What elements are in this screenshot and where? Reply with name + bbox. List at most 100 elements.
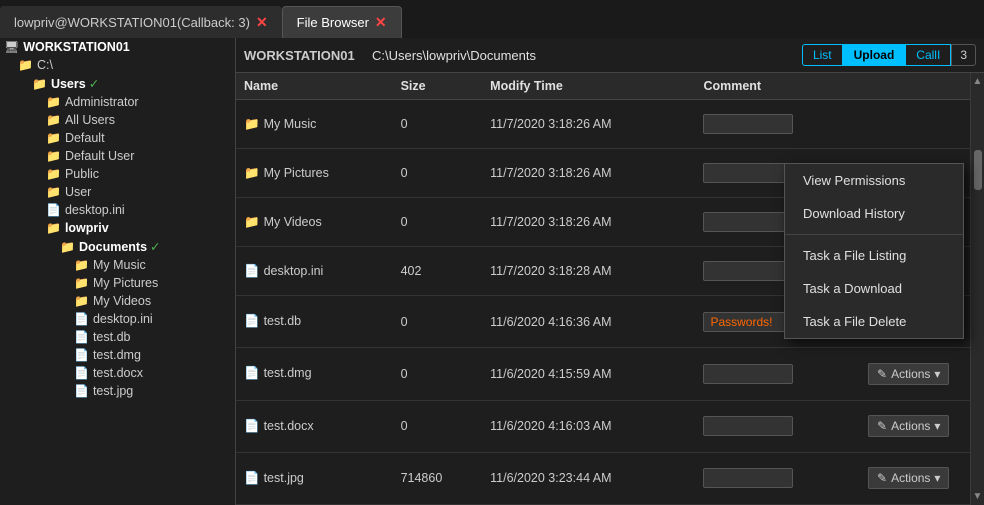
comment-input[interactable]: [703, 312, 793, 332]
table-row[interactable]: 📄test.dmg 0 11/6/2020 4:15:59 AM ✎ Actio…: [236, 348, 970, 400]
tab-bar: lowpriv@WORKSTATION01(Callback: 3) ✕ Fil…: [0, 0, 984, 38]
actions-button[interactable]: ✎ Actions ▾: [868, 467, 949, 489]
actions-button[interactable]: ✎ Actions ▾: [868, 415, 949, 437]
comment-input[interactable]: [703, 416, 793, 436]
cell-name: 📄desktop.ini: [236, 247, 393, 296]
context-menu-item-task-file-listing[interactable]: Task a File Listing: [785, 239, 963, 272]
file-icon: 📄: [74, 366, 89, 380]
folder-icon: 📁: [46, 113, 61, 127]
sidebar-item-user[interactable]: 📁User: [0, 183, 235, 201]
scrollbar-thumb[interactable]: [974, 150, 982, 190]
sidebar-item-desktop-ini-top[interactable]: 📄desktop.ini: [0, 201, 235, 219]
scroll-down-arrow[interactable]: ▼: [973, 488, 983, 505]
sidebar-item-label: test.docx: [93, 366, 143, 380]
sidebar-item-label: WORKSTATION01: [23, 40, 129, 54]
comment-input[interactable]: [703, 364, 793, 384]
comment-input[interactable]: [703, 468, 793, 488]
top-bar: WORKSTATION01 C:\Users\lowpriv\Documents…: [236, 38, 984, 73]
cell-modify-time: 11/7/2020 3:18:26 AM: [482, 149, 695, 198]
cell-actions[interactable]: [860, 100, 970, 149]
sidebar-item-label: My Music: [93, 258, 146, 272]
sidebar-item-public[interactable]: 📁Public: [0, 165, 235, 183]
cell-size: 402: [393, 247, 483, 296]
cell-size: 0: [393, 100, 483, 149]
tab-filebrowser[interactable]: File Browser ✕: [282, 6, 402, 38]
sidebar-item-test-jpg[interactable]: 📄test.jpg: [0, 382, 235, 400]
sidebar-item-my-videos[interactable]: 📁My Videos: [0, 292, 235, 310]
file-icon: 📄: [244, 419, 260, 433]
sidebar-item-label: Default User: [65, 149, 134, 163]
sidebar-item-label: Default: [65, 131, 105, 145]
context-menu-item-task-file-delete[interactable]: Task a File Delete: [785, 305, 963, 338]
comment-input[interactable]: [703, 163, 793, 183]
view-buttons: List Upload CallI 3: [802, 44, 976, 66]
sidebar-item-c-drive[interactable]: 📁C:\: [0, 56, 235, 74]
cell-comment[interactable]: [695, 348, 860, 400]
sidebar-item-test-db[interactable]: 📄test.db: [0, 328, 235, 346]
cell-actions[interactable]: ✎ Actions ▾: [860, 348, 970, 400]
context-menu-divider: [785, 234, 963, 235]
sidebar-item-lowpriv[interactable]: 📁lowpriv: [0, 219, 235, 237]
sidebar: 🖥WORKSTATION01📁C:\📁Users✓📁Administrator📁…: [0, 38, 236, 505]
col-comment: Comment: [695, 73, 860, 100]
upload-button[interactable]: Upload: [843, 44, 906, 66]
comment-input[interactable]: [703, 114, 793, 134]
edit-icon: ✎: [877, 471, 887, 485]
table-header-row: Name Size Modify Time Comment: [236, 73, 970, 100]
cell-actions[interactable]: ✎ Actions ▾: [860, 452, 970, 504]
file-icon: 📄: [244, 366, 260, 380]
close-icon-callback[interactable]: ✕: [256, 14, 268, 31]
cell-comment[interactable]: [695, 100, 860, 149]
sidebar-item-workstation[interactable]: 🖥WORKSTATION01: [0, 38, 235, 56]
file-icon: 📄: [74, 348, 89, 362]
table-row[interactable]: 📄test.docx 0 11/6/2020 4:16:03 AM ✎ Acti…: [236, 400, 970, 452]
calli-button[interactable]: CallI: [905, 44, 951, 66]
cell-size: 0: [393, 348, 483, 400]
table-row[interactable]: 📄test.jpg 714860 11/6/2020 3:23:44 AM ✎ …: [236, 452, 970, 504]
sidebar-item-documents[interactable]: 📁Documents✓: [0, 237, 235, 256]
right-scrollbar[interactable]: ▲ ▼: [970, 73, 984, 505]
cell-size: 714860: [393, 452, 483, 504]
context-menu-item-task-download[interactable]: Task a Download: [785, 272, 963, 305]
cell-comment[interactable]: [695, 400, 860, 452]
table-row[interactable]: 📁My Music 0 11/7/2020 3:18:26 AM: [236, 100, 970, 149]
context-menu: View Permissions Download History Task a…: [784, 163, 964, 339]
sidebar-item-test-dmg[interactable]: 📄 test.dmg: [0, 346, 235, 364]
tab-filebrowser-label: File Browser: [297, 15, 369, 30]
context-menu-item-download-history[interactable]: Download History: [785, 197, 963, 230]
sidebar-item-label: test.dmg: [93, 348, 141, 362]
scroll-up-arrow[interactable]: ▲: [973, 73, 983, 90]
cell-modify-time: 11/6/2020 4:16:03 AM: [482, 400, 695, 452]
cell-name: 📄test.docx: [236, 400, 393, 452]
comment-input[interactable]: [703, 261, 793, 281]
sidebar-item-default-user[interactable]: 📁 Default User: [0, 147, 235, 165]
comment-input[interactable]: [703, 212, 793, 232]
sidebar-item-my-pictures[interactable]: 📁My Pictures: [0, 274, 235, 292]
sidebar-item-default[interactable]: 📁Default: [0, 129, 235, 147]
file-icon: 📄: [244, 314, 260, 328]
folder-icon: 📁: [46, 221, 61, 235]
sidebar-item-my-music[interactable]: 📁My Music: [0, 256, 235, 274]
sidebar-item-label: test.jpg: [93, 384, 133, 398]
folder-icon: 📁: [46, 167, 61, 181]
sidebar-item-administrator[interactable]: 📁Administrator: [0, 93, 235, 111]
cell-actions[interactable]: ✎ Actions ▾: [860, 400, 970, 452]
col-modify-time: Modify Time: [482, 73, 695, 100]
folder-icon: 📁: [32, 77, 47, 91]
sidebar-item-test-docx[interactable]: 📄 test.docx: [0, 364, 235, 382]
close-icon-filebrowser[interactable]: ✕: [375, 14, 387, 31]
cell-comment[interactable]: [695, 452, 860, 504]
folder-icon: 📁: [46, 149, 61, 163]
sidebar-item-label: All Users: [65, 113, 115, 127]
list-button[interactable]: List: [802, 44, 843, 66]
cell-modify-time: 11/7/2020 3:18:26 AM: [482, 198, 695, 247]
tab-callback[interactable]: lowpriv@WORKSTATION01(Callback: 3) ✕: [0, 6, 282, 38]
sidebar-item-all-users[interactable]: 📁 All Users: [0, 111, 235, 129]
col-actions: [860, 73, 970, 100]
actions-button[interactable]: ✎ Actions ▾: [868, 363, 949, 385]
sidebar-item-label: User: [65, 185, 91, 199]
sidebar-item-desktop-ini-docs[interactable]: 📄desktop.ini: [0, 310, 235, 328]
sidebar-item-users[interactable]: 📁Users✓: [0, 74, 235, 93]
chevron-down-icon: ▾: [934, 471, 940, 485]
context-menu-item-view-permissions[interactable]: View Permissions: [785, 164, 963, 197]
